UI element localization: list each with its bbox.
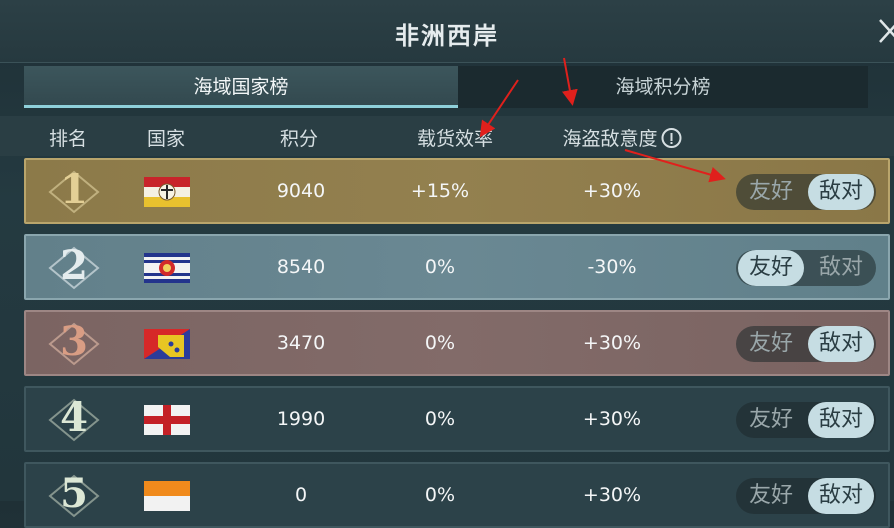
country-flag-icon[interactable] xyxy=(144,329,190,359)
stance-toggle[interactable]: 友好 敌对 xyxy=(736,250,876,286)
rank-number: 1 xyxy=(60,166,88,213)
page-title: 非洲西岸 xyxy=(395,22,499,50)
table-row: 3 3470 0% +30% 友好 敌对 xyxy=(24,310,890,376)
country-flag-icon[interactable] xyxy=(144,177,190,207)
tab-country-ranking[interactable]: 海域国家榜 xyxy=(24,66,458,108)
score-value: 9040 xyxy=(276,180,326,202)
pirate-hostility-value: +30% xyxy=(582,408,642,430)
score-value: 8540 xyxy=(276,256,326,278)
table-row: 4 1990 0% +30% 友好 敌对 xyxy=(24,386,890,452)
rank-number: 5 xyxy=(60,470,88,517)
rank-badge: 5 xyxy=(48,470,100,520)
rank-badge: 2 xyxy=(48,242,100,292)
hostile-option[interactable]: 敌对 xyxy=(808,478,874,514)
country-flag-icon[interactable] xyxy=(144,405,190,435)
friendly-option[interactable]: 友好 xyxy=(738,402,804,438)
cargo-efficiency-value: 0% xyxy=(424,408,456,430)
table-row: 2 8540 0% -30% 友好 敌对 xyxy=(24,234,890,300)
stance-toggle[interactable]: 友好 敌对 xyxy=(736,402,876,438)
score-value: 3470 xyxy=(276,332,326,354)
info-icon[interactable] xyxy=(661,128,682,148)
table-header: 排名 国家 积分 载货效率 海盗敌意度 xyxy=(0,116,894,156)
pirate-hostility-value: +30% xyxy=(582,332,642,354)
header-pirate-label: 海盗敌意度 xyxy=(562,128,658,150)
close-icon xyxy=(879,19,894,43)
pirate-hostility-value: +30% xyxy=(582,180,642,202)
cargo-efficiency-value: 0% xyxy=(424,332,456,354)
country-flag-icon[interactable] xyxy=(144,481,190,511)
score-value: 1990 xyxy=(276,408,326,430)
score-value: 0 xyxy=(294,484,308,506)
friendly-option[interactable]: 友好 xyxy=(738,250,804,286)
country-flag-icon[interactable] xyxy=(144,253,190,283)
table-row: 1 9040 +15% +30% 友好 敌对 xyxy=(24,158,890,224)
pirate-hostility-value: +30% xyxy=(582,484,642,506)
header-pirate-hostility: 海盗敌意度 xyxy=(562,124,682,151)
rank-badge: 3 xyxy=(48,318,100,368)
rank-badge: 4 xyxy=(48,394,100,444)
pirate-hostility-value: -30% xyxy=(587,256,637,278)
rank-number: 2 xyxy=(60,242,88,289)
stance-toggle[interactable]: 友好 敌对 xyxy=(736,326,876,362)
tab-bar: 海域国家榜 海域积分榜 xyxy=(24,66,868,108)
header-rank: 排名 xyxy=(48,128,88,150)
friendly-option[interactable]: 友好 xyxy=(738,326,804,362)
hostile-option[interactable]: 敌对 xyxy=(808,402,874,438)
cargo-efficiency-value: 0% xyxy=(424,256,456,278)
hostile-option[interactable]: 敌对 xyxy=(808,174,874,210)
title-bar: 非洲西岸 xyxy=(0,0,894,63)
friendly-option[interactable]: 友好 xyxy=(738,478,804,514)
close-button[interactable] xyxy=(874,14,894,48)
rank-number: 3 xyxy=(60,318,88,365)
friendly-option[interactable]: 友好 xyxy=(738,174,804,210)
rank-badge: 1 xyxy=(48,166,100,216)
cargo-efficiency-value: 0% xyxy=(424,484,456,506)
table-row: 5 0 0% +30% 友好 敌对 xyxy=(24,462,890,528)
header-cargo-efficiency: 载货效率 xyxy=(416,128,494,150)
rank-number: 4 xyxy=(60,394,88,441)
hostile-option[interactable]: 敌对 xyxy=(808,250,874,286)
header-score: 积分 xyxy=(279,128,319,150)
stance-toggle[interactable]: 友好 敌对 xyxy=(736,478,876,514)
hostile-option[interactable]: 敌对 xyxy=(808,326,874,362)
cargo-efficiency-value: +15% xyxy=(410,180,470,202)
stance-toggle[interactable]: 友好 敌对 xyxy=(736,174,876,210)
header-country: 国家 xyxy=(146,128,186,150)
tab-score-ranking[interactable]: 海域积分榜 xyxy=(458,66,868,108)
